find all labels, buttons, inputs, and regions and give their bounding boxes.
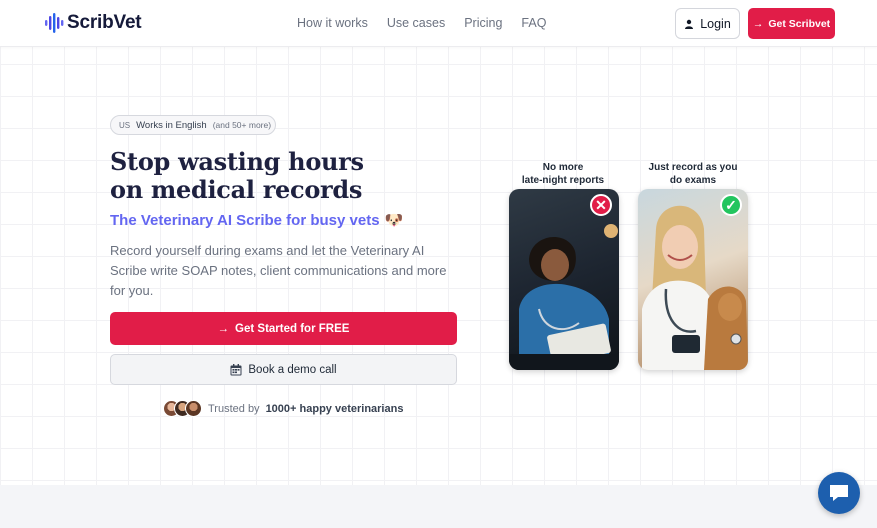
site-header: ScribVet How it works Use cases Pricing … — [0, 0, 877, 47]
get-scribvet-button[interactable]: → Get Scribvet — [748, 8, 835, 39]
nav-use-cases[interactable]: Use cases — [387, 16, 445, 30]
brand-logo[interactable]: ScribVet — [44, 12, 142, 34]
brand-name: ScribVet — [67, 12, 142, 33]
hero-subheading: The Veterinary AI Scribe for busy vets 🐶 — [110, 211, 404, 230]
nav-pricing[interactable]: Pricing — [464, 16, 502, 30]
book-demo-label: Book a demo call — [248, 363, 337, 376]
trusted-count: 1000+ happy veterinarians — [265, 402, 404, 415]
trusted-by: Trusted by 1000+ happy veterinarians — [163, 400, 403, 417]
bad-label-line-1: No more — [542, 162, 584, 173]
headline-line-1: Stop wasting hours — [110, 147, 364, 176]
avatar-group — [163, 400, 202, 417]
bad-card-label: No more late-night reports — [498, 161, 628, 187]
nav-faq[interactable]: FAQ — [521, 16, 546, 30]
late-night-reports-image: ✕ — [509, 189, 619, 370]
calendar-icon — [230, 363, 242, 375]
bad-label-line-2: late-night reports — [521, 175, 605, 186]
main-nav: How it works Use cases Pricing FAQ — [297, 16, 546, 30]
subheading-text: The Veterinary AI Scribe for busy vets — [110, 211, 380, 229]
language-badge: US Works in English (and 50+ more) — [110, 115, 276, 135]
language-text: Works in English — [136, 119, 207, 131]
user-icon — [685, 19, 694, 29]
chat-bubble-icon — [830, 485, 848, 501]
arrow-right-icon: → — [752, 17, 764, 30]
soundwave-logo-icon — [45, 13, 64, 33]
good-label-line-1: Just record as you — [648, 162, 738, 173]
avatar — [185, 400, 202, 417]
get-started-button[interactable]: → Get Started for FREE — [110, 312, 457, 345]
trusted-prefix: Trusted by — [208, 402, 260, 415]
language-more: (and 50+ more) — [212, 120, 272, 130]
next-section-band — [0, 485, 877, 528]
x-circle-icon: ✕ — [590, 194, 612, 216]
headline-line-2: on medical records — [110, 175, 363, 204]
dog-emoji-icon: 🐶 — [384, 212, 404, 229]
good-label-line-2: do exams — [669, 175, 717, 186]
get-started-label: Get Started for FREE — [235, 322, 350, 335]
get-scribvet-label: Get Scribvet — [768, 17, 831, 30]
chat-widget-button[interactable] — [818, 472, 860, 514]
hero-description: Record yourself during exams and let the… — [110, 243, 447, 298]
good-card-label: Just record as you do exams — [628, 161, 758, 187]
us-flag-icon: US — [119, 120, 131, 130]
arrow-right-icon: → — [217, 322, 230, 335]
check-circle-icon: ✓ — [720, 194, 742, 216]
nav-how-it-works[interactable]: How it works — [297, 16, 368, 30]
book-demo-button[interactable]: Book a demo call — [110, 354, 457, 385]
record-during-exams-image: ✓ — [638, 189, 748, 370]
login-button[interactable]: Login — [675, 8, 740, 39]
login-label: Login — [700, 16, 731, 31]
vet-writing-illustration — [509, 224, 619, 370]
vet-with-dog-illustration — [642, 205, 748, 370]
hero-headline: Stop wasting hours on medical records — [110, 148, 440, 204]
